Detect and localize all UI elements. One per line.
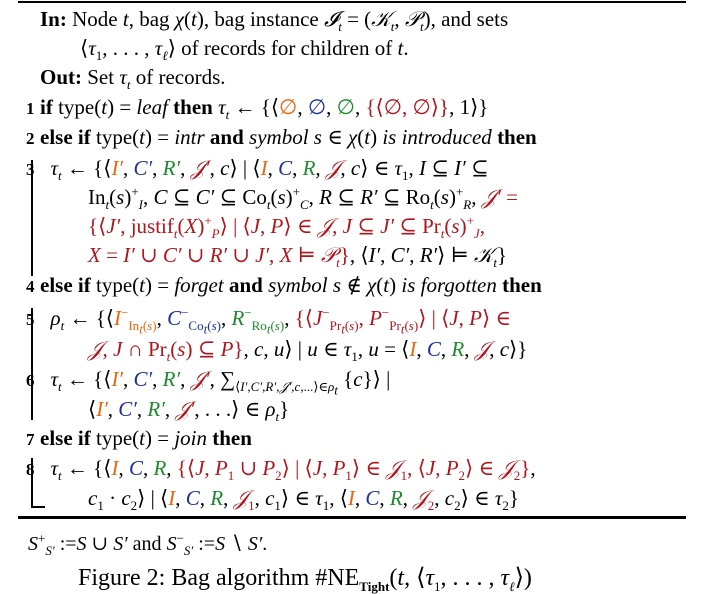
top-rule: [18, 1, 686, 3]
input-line-1: In: Node t, bag χ(t), bag instance 𝓘t = …: [40, 7, 509, 35]
algo-line-8b: c1 · c2⟩ | ⟨I, C, R, 𝒥1, c1⟩ ∈ τ1, ⟨I, C…: [88, 486, 519, 514]
line-number-7: 7: [26, 430, 35, 449]
algo-line-3a: 3 τt ← {⟨I′, C′, R′, 𝒥′, c⟩ | ⟨I, C, R, …: [26, 156, 489, 184]
algo-line-2: 2 else if type(t) = intr and symbol s ∈ χ…: [26, 124, 537, 152]
line-number-8: 8: [26, 460, 35, 479]
line-number-5: 5: [26, 310, 35, 329]
line-number-1: 1: [26, 99, 35, 118]
line-number-3: 3: [26, 160, 35, 179]
algo-line-3d: X = I′ ∪ C′ ∪ R′ ∪ J′, X ⊨ 𝒫t}, ⟨I′, C′,…: [88, 243, 508, 271]
algo-line-4: 4 else if type(t) = forget and symbol s ∉…: [26, 272, 542, 300]
algo-line-7: 7 else if type(t) = join then: [26, 425, 252, 453]
line-number-2: 2: [26, 129, 35, 148]
figure-caption: Figure 2: Bag algorithm #NETight(t, ⟨τ1,…: [78, 565, 532, 594]
block-bar-8-foot: [31, 506, 45, 508]
input-label: In:: [40, 7, 67, 31]
input-line-2: ⟨τ1, . . . , τℓ⟩ of records for children…: [80, 36, 409, 64]
algo-line-1: 1 if type(t) = leaf then τt ← {⟨∅, ∅, ∅, …: [26, 95, 489, 123]
algo-line-3b: Int(s)+I, C ⊆ C′ ⊆ Cot(s)+C, R ⊆ R′ ⊆ Ro…: [88, 184, 518, 213]
bottom-rule: [18, 516, 686, 519]
line-number-4: 4: [26, 277, 35, 296]
line-number-6: 6: [26, 371, 35, 390]
algo-line-6b: ⟨I′, C′, R′, 𝒥′, . . .⟩ ∈ ρt}: [88, 397, 290, 425]
output-label: Out:: [40, 65, 82, 89]
algo-line-5b: 𝒥, J ∩ Prt(s) ⊆ P}, c, u⟩ | u ∈ τ1, u = …: [88, 337, 528, 365]
algo-line-8a: 8 τt ← {⟨I, C, R, {⟨J, P1 ∪ P2⟩ | ⟨J, P1…: [26, 456, 536, 484]
algo-line-3c: {⟨J′, justift(X)+P⟩ | ⟨J, P⟩ ∈ 𝒥, J ⊆ J′…: [88, 213, 485, 242]
output-line: Out: Set τt of records.: [40, 65, 226, 93]
footnote: S+S′ :=S ∪ S′ and S−S′ :=S ∖ S′.: [28, 530, 268, 558]
algo-line-5a: 5 ρt ← {⟨I−Int(s), C−Cot(s), R−Rot(s), {…: [26, 305, 511, 337]
algo-line-6a: 6 τt ← {⟨I′, C′, R′, 𝒥′, ∑⟨I′,C′,R′,𝒥′,c…: [26, 367, 391, 398]
